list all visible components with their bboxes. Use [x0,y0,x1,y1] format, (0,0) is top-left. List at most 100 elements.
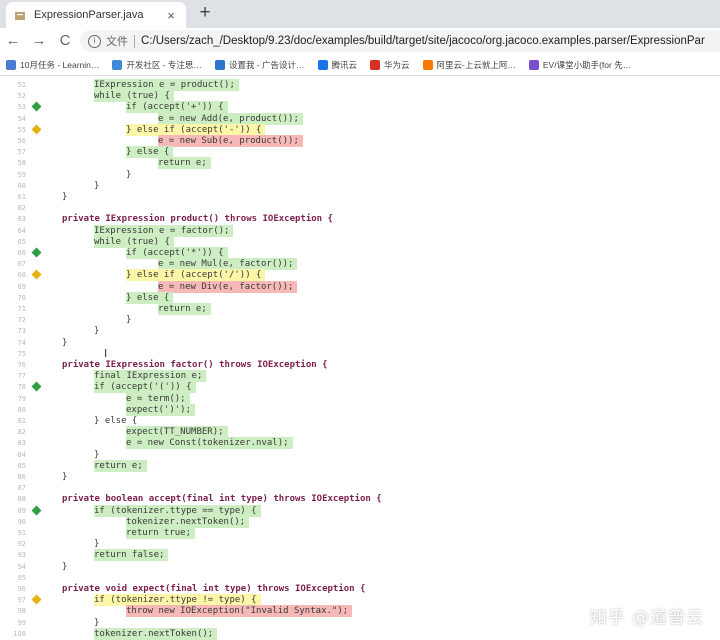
code-line: 91 return true; [0,527,720,539]
line-number: 79 [17,394,26,403]
bookmark-item[interactable]: 设置我 - 广告设计… [214,59,305,71]
line-number: 85 [17,461,26,470]
code-text: throw new IOException("Invalid Syntax.")… [126,605,353,618]
code-text: private IExpression product() throws IOE… [62,214,333,225]
line-number: 82 [17,428,26,437]
code-text: return true; [126,527,196,539]
code-text: if (accept('*')) { [126,247,228,259]
new-tab-button[interactable]: + [194,3,216,25]
line-number: 83 [17,439,26,448]
line-number: 92 [17,540,26,549]
code-text: } [62,337,68,348]
code-line: 68} else if (accept('/')) { [0,269,720,282]
file-icon [14,9,26,21]
line-number: 63 [17,215,26,224]
line-number: 98 [17,607,26,616]
line-number: 62 [17,204,26,213]
code-line: 89 if (tokenizer.ttype == type) { [0,504,720,517]
code-text: e = new Add(e, product()); [158,112,303,125]
bookmark-label: 10月任务 - Learnin… [20,59,100,70]
address-bar[interactable]: i 文件 C:/Users/zach_/Desktop/9.23/doc/exa… [80,30,720,52]
branch-partial-icon[interactable] [31,269,42,280]
bookmark-label: 开发社区 - 专注思… [126,59,202,70]
code-line: 87 [0,482,720,494]
code-line: 86} [0,471,720,483]
line-number: 70 [17,293,26,302]
bookmark-item[interactable]: 阿里云-上云就上阿… [422,59,516,71]
line-number: 77 [17,372,26,381]
bookmark-favicon-icon [422,59,433,70]
code-text: while (true) { [94,235,174,248]
branch-covered-icon[interactable] [31,101,42,112]
line-number: 91 [17,529,26,537]
line-number: 86 [17,473,26,481]
line-number: 81 [17,417,26,425]
line-number: 59 [17,170,26,179]
code-line: 57} else { [0,146,720,159]
code-line: 85 return e; [0,459,720,472]
bookmark-item[interactable]: 10月任务 - Learnin… [6,59,99,71]
bookmark-label: 阿里云-上云就上阿… [436,59,516,70]
code-text: } [94,449,100,460]
code-text: expect(TT_NUMBER); [126,426,228,439]
bookmark-item[interactable]: EV/课堂小助手(for 先… [528,59,631,71]
line-number: 64 [17,226,26,235]
line-number: 58 [17,159,26,168]
bookmark-label: 华为云 [384,59,410,70]
code-text: final IExpression e; [94,370,207,383]
code-line: 60} [0,180,720,192]
code-text: private boolean accept(final int type) t… [62,494,382,505]
code-line: 78 if (accept('(')) { [0,381,720,394]
code-line: 51 IExpression e = product(); [0,79,720,91]
code-line: 64 IExpression e = factor(); [0,224,720,237]
line-number: 96 [17,585,26,593]
code-text: } [62,561,68,572]
line-number: 67 [17,260,26,269]
code-line: 56 e = new Sub(e, product()); [0,135,720,147]
back-button[interactable]: ← [0,29,26,53]
line-number: 68 [17,271,26,280]
code-text: return e; [94,459,147,472]
reload-button[interactable]: C [52,29,78,53]
code-line: 81} else { [0,415,720,427]
line-number: 88 [17,495,26,504]
code-line: 82 expect(TT_NUMBER); [0,426,720,439]
branch-partial-icon[interactable] [31,594,42,605]
code-line: 72} [0,314,720,326]
code-line: 62 [0,202,720,214]
tab-close-icon[interactable]: × [164,8,178,23]
code-text: e = new Const(tokenizer.nval); [126,437,293,450]
code-line: 88 private boolean accept(final int type)… [0,493,720,505]
bookmark-item[interactable]: 腾讯云 [317,59,357,71]
bookmark-item[interactable]: 华为云 [370,59,410,71]
line-number: 61 [17,193,26,201]
address-url[interactable]: C:/Users/zach_/Desktop/9.23/doc/examples… [141,35,705,47]
branch-covered-icon[interactable] [31,505,42,516]
code-text: if (accept('+')) { [126,101,228,114]
code-text: IExpression e = product(); [94,79,239,91]
code-text: } [94,326,100,337]
code-line: 59} [0,169,720,181]
tab-expression-parser[interactable]: ExpressionParser.java × [6,2,186,28]
branch-partial-icon[interactable] [31,124,42,135]
code-text: return e; [158,157,211,170]
branch-covered-icon[interactable] [31,247,42,258]
tab-strip: ExpressionParser.java × + [0,0,720,28]
watermark: 知乎 @道普云 [589,608,704,628]
line-number: 53 [17,103,26,112]
forward-button[interactable]: → [26,29,52,53]
code-text: if (tokenizer.ttype != type) { [94,594,261,607]
source-code-view: I 51 IExpression e = product(); 52 while (t… [0,77,720,640]
code-text: tokenizer.nextToken(); [126,515,250,528]
line-number: 84 [17,450,26,459]
code-line: 76 private IExpression factor() throws IO… [0,359,720,371]
code-line: 67 e = new Mul(e, factor()); [0,258,720,271]
info-icon[interactable]: i [88,34,101,48]
code-line: 52 while (true) { [0,90,720,103]
code-line: 63 private IExpression product() throws I… [0,213,720,225]
branch-covered-icon[interactable] [31,381,42,392]
code-line: 66 if (accept('*')) { [0,247,720,259]
bookmark-item[interactable]: 开发社区 - 专注思… [112,59,202,71]
